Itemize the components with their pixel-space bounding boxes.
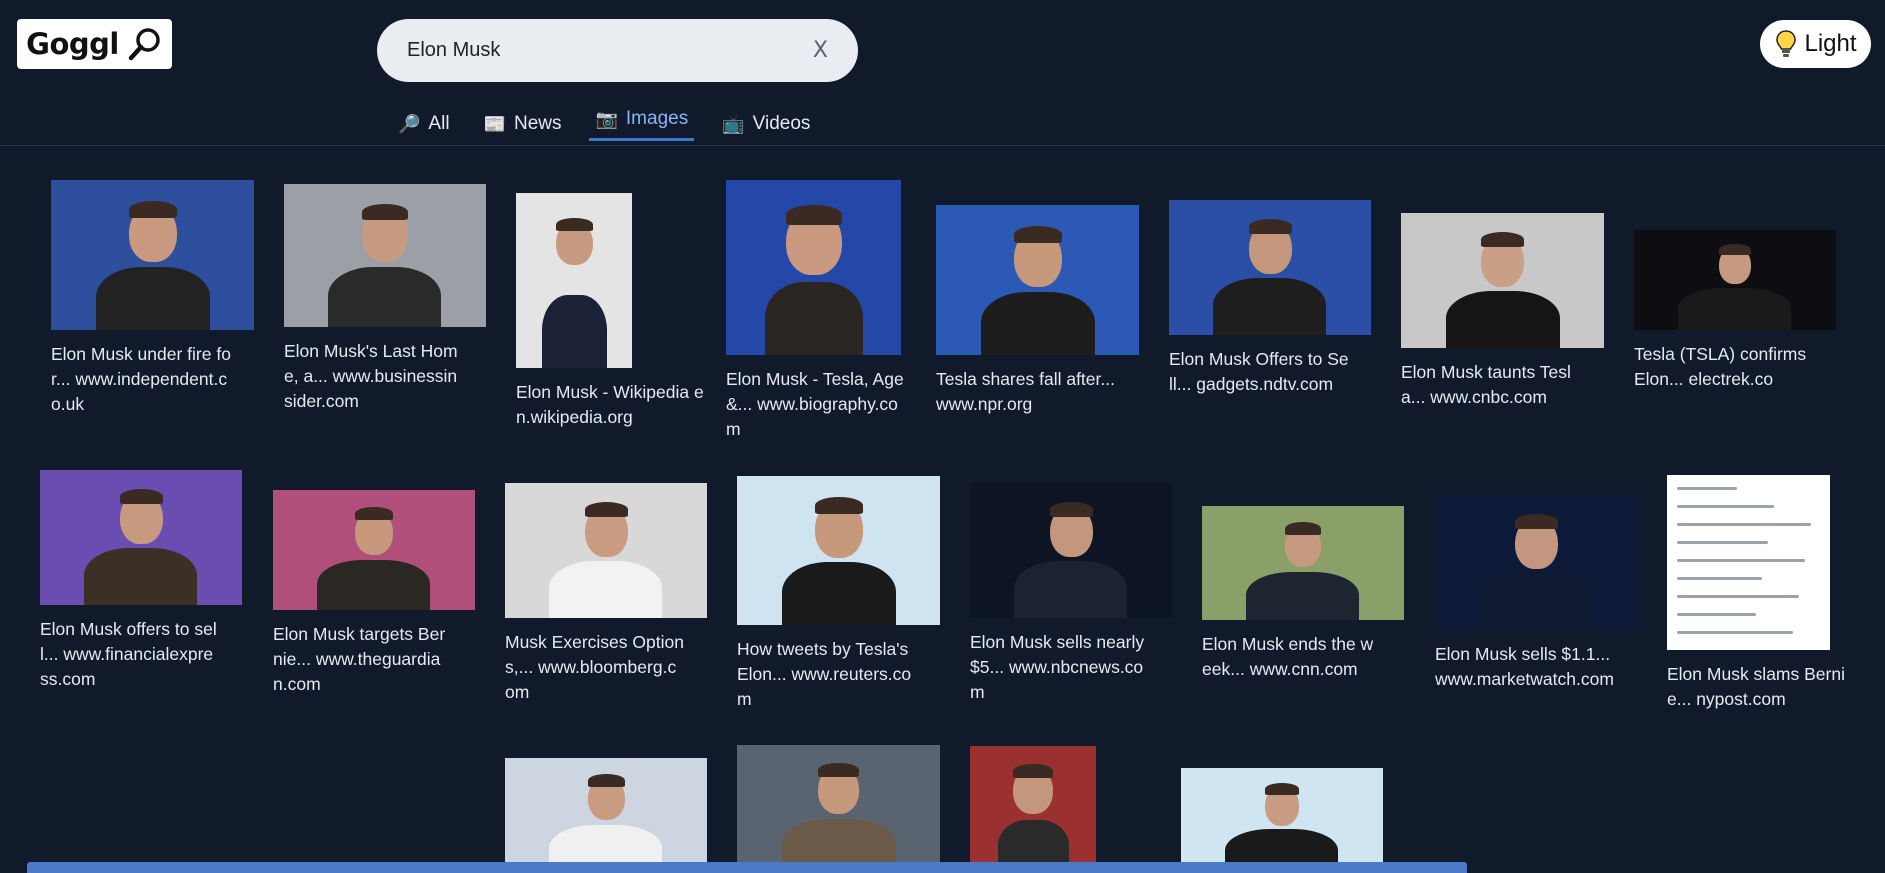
result-source[interactable]: www.npr.org [936, 394, 1032, 414]
image-result[interactable]: Elon Musk Offers to Sell... gadgets.ndtv… [1169, 200, 1371, 397]
image-result[interactable]: Tesla shares fall after... www.npr.org [936, 205, 1139, 417]
result-source[interactable]: www.cnn.com [1250, 659, 1358, 679]
search-input[interactable] [407, 39, 813, 62]
result-caption: Elon Musk sells $1.1... www.marketwatch.… [1435, 642, 1620, 692]
result-title: Elon Musk sells $1.1... [1435, 644, 1611, 664]
result-caption: Elon Musk ends the week... www.cnn.com [1202, 632, 1382, 682]
television-icon: 📺 [722, 113, 745, 134]
image-result[interactable]: Elon Musk's Last Home, a... www.business… [284, 184, 486, 414]
image-result[interactable]: Elon Musk taunts Tesla... www.cnbc.com [1401, 213, 1604, 410]
result-thumbnail[interactable] [40, 470, 242, 605]
status-bar [27, 862, 1467, 873]
result-caption: Elon Musk under fire for... www.independ… [51, 342, 231, 417]
image-result[interactable]: Elon Musk - Wikipedia en.wikipedia.org [516, 193, 706, 430]
result-thumbnail[interactable] [505, 758, 707, 873]
result-thumbnail[interactable] [1401, 213, 1604, 348]
result-caption: Elon Musk sells nearly $5... www.nbcnews… [970, 630, 1155, 705]
result-thumbnail[interactable] [1634, 230, 1836, 330]
result-caption: Elon Musk slams Bernie... nypost.com [1667, 662, 1852, 712]
tab-images[interactable]: 📷 Images [589, 99, 694, 141]
result-caption: Tesla (TSLA) confirms Elon... electrek.c… [1634, 342, 1819, 392]
theme-toggle-label: Light [1804, 30, 1857, 57]
image-result[interactable]: Elon Musk targets Bernie... www.theguard… [273, 490, 475, 697]
result-thumbnail[interactable] [1667, 475, 1830, 650]
result-source[interactable]: www.independent.co.uk [51, 369, 227, 414]
image-result[interactable]: Elon Musk - Tesla, Age &... www.biograph… [726, 180, 911, 442]
magnifier-icon [128, 28, 160, 61]
tab-news[interactable]: 📰 News [484, 104, 562, 144]
image-result[interactable]: Elon Musk sells nearly $5... www.nbcnews… [970, 483, 1172, 705]
search-bar: X [377, 19, 858, 82]
result-caption: Musk Exercises Options,... www.bloomberg… [505, 630, 685, 705]
image-result[interactable]: Tesla (TSLA) confirms Elon... electrek.c… [1634, 230, 1836, 392]
result-thumbnail[interactable] [284, 184, 486, 327]
image-result[interactable]: Elon Musk under fire for... www.independ… [51, 180, 254, 417]
newspaper-icon: 📰 [483, 113, 506, 134]
logo[interactable]: Goggl [17, 19, 172, 69]
result-thumbnail[interactable] [1202, 506, 1404, 620]
result-caption: Elon Musk taunts Tesla... www.cnbc.com [1401, 360, 1586, 410]
result-source[interactable]: gadgets.ndtv.com [1196, 374, 1333, 394]
result-thumbnail[interactable] [970, 483, 1172, 618]
result-source[interactable]: www.marketwatch.com [1435, 669, 1614, 689]
result-thumbnail[interactable] [505, 483, 707, 618]
tab-all-label: All [428, 113, 450, 134]
result-source[interactable]: www.cnbc.com [1430, 387, 1547, 407]
result-caption: Elon Musk Offers to Sell... gadgets.ndtv… [1169, 347, 1349, 397]
result-thumbnail[interactable] [516, 193, 632, 368]
image-result[interactable] [1181, 768, 1383, 873]
result-title: Elon Musk - Wikipedia [516, 382, 690, 402]
clear-search-button[interactable]: X [813, 38, 828, 63]
tab-videos-label: Videos [752, 113, 811, 134]
tab-images-label: Images [625, 108, 689, 129]
image-result[interactable] [970, 746, 1100, 873]
image-result[interactable]: How tweets by Tesla's Elon... www.reuter… [737, 476, 940, 712]
result-thumbnail[interactable] [970, 746, 1096, 873]
logo-text: Goggl [26, 27, 119, 61]
image-result[interactable] [737, 745, 940, 873]
image-result[interactable]: Elon Musk offers to sell... www.financia… [40, 470, 242, 692]
magnifier-icon: 🔎 [398, 113, 421, 134]
result-thumbnail[interactable] [726, 180, 901, 355]
result-thumbnail[interactable] [51, 180, 254, 330]
image-result[interactable]: Musk Exercises Options,... www.bloomberg… [505, 483, 707, 705]
tab-news-label: News [513, 113, 562, 134]
tab-all[interactable]: 🔎 All [398, 104, 450, 144]
lightbulb-icon [1776, 30, 1797, 57]
image-result[interactable] [505, 758, 707, 873]
result-thumbnail[interactable] [737, 476, 940, 625]
result-thumbnail[interactable] [936, 205, 1139, 355]
camera-icon: 📷 [595, 108, 618, 129]
result-caption: Tesla shares fall after... www.npr.org [936, 367, 1121, 417]
result-thumbnail[interactable] [1435, 495, 1637, 630]
result-source[interactable]: electrek.co [1689, 369, 1774, 389]
result-source[interactable]: nypost.com [1696, 689, 1785, 709]
result-title: Tesla shares fall after... [936, 369, 1115, 389]
theme-toggle-button[interactable]: Light [1760, 20, 1871, 68]
result-thumbnail[interactable] [1169, 200, 1371, 335]
result-source[interactable]: www.financialexpress.com [40, 644, 213, 689]
image-result[interactable]: Elon Musk sells $1.1... www.marketwatch.… [1435, 495, 1637, 692]
result-thumbnail[interactable] [1181, 768, 1383, 873]
result-caption: Elon Musk offers to sell... www.financia… [40, 617, 220, 692]
result-thumbnail[interactable] [737, 745, 940, 873]
result-caption: Elon Musk - Tesla, Age &... www.biograph… [726, 367, 911, 442]
result-caption: How tweets by Tesla's Elon... www.reuter… [737, 637, 917, 712]
result-caption: Elon Musk - Wikipedia en.wikipedia.org [516, 380, 706, 430]
result-caption: Elon Musk targets Bernie... www.theguard… [273, 622, 453, 697]
result-caption: Elon Musk's Last Home, a... www.business… [284, 339, 464, 414]
result-source[interactable]: www.biography.com [726, 394, 898, 439]
header-divider [0, 145, 1885, 146]
result-thumbnail[interactable] [273, 490, 475, 610]
image-result[interactable]: Elon Musk slams Bernie... nypost.com [1667, 475, 1852, 712]
search-type-tabs: 🔎 All 📰 News 📷 Images 📺 Videos [398, 104, 844, 144]
tab-videos[interactable]: 📺 Videos [722, 104, 810, 144]
image-result[interactable]: Elon Musk ends the week... www.cnn.com [1202, 506, 1404, 682]
